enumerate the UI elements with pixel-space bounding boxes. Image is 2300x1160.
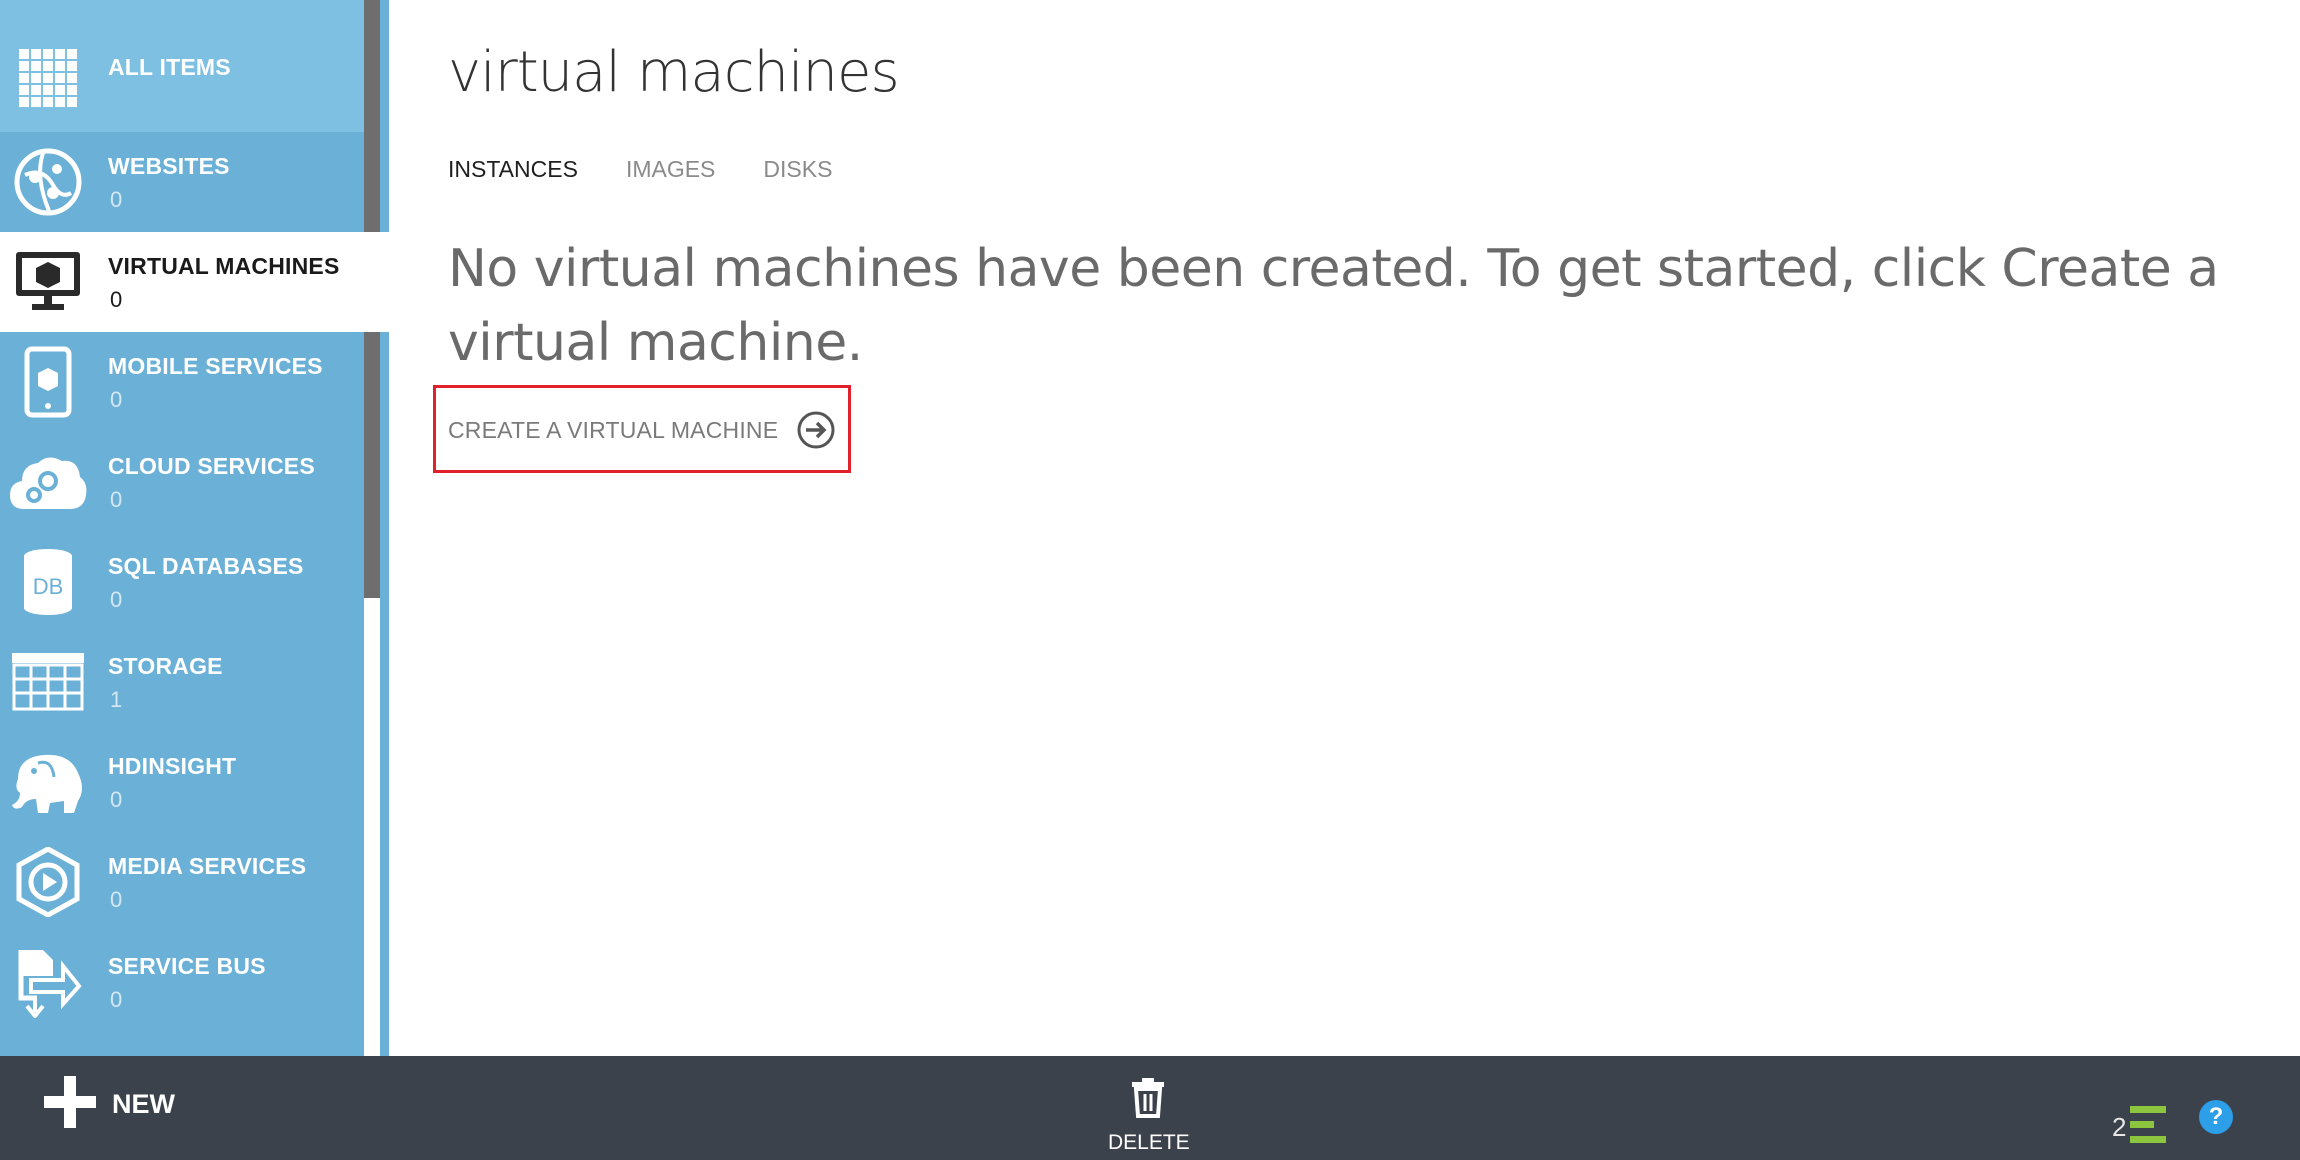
sidebar-item-count: 0 bbox=[110, 587, 123, 612]
sidebar-item-label: WEBSITES bbox=[108, 153, 230, 179]
sidebar-item-count: 0 bbox=[110, 287, 123, 312]
sidebar-item-media-services[interactable]: MEDIA SERVICES 0 bbox=[0, 832, 364, 932]
notifications-button[interactable]: 2 bbox=[2112, 1106, 2167, 1149]
sidebar-item-cloud-services[interactable]: CLOUD SERVICES 0 bbox=[0, 432, 364, 532]
sidebar-item-service-bus[interactable]: SERVICE BUS 0 bbox=[0, 932, 364, 1032]
trash-icon bbox=[1130, 1078, 1166, 1122]
sidebar-item-count: 0 bbox=[110, 187, 123, 212]
sidebar-item-count: 0 bbox=[110, 487, 123, 512]
sidebar-item-label: CLOUD SERVICES bbox=[108, 453, 315, 479]
globe-icon bbox=[8, 144, 88, 220]
tab-images[interactable]: IMAGES bbox=[626, 156, 715, 183]
sidebar-item-label: ALL ITEMS bbox=[108, 54, 231, 80]
empty-state-message: No virtual machines have been created. T… bbox=[448, 239, 2219, 373]
sidebar-item-virtual-machines[interactable]: VIRTUAL MACHINES 0 bbox=[0, 232, 364, 332]
sidebar-item-count: 0 bbox=[110, 787, 123, 812]
page-title: virtual machines bbox=[448, 40, 900, 105]
sidebar-edge-active bbox=[380, 232, 389, 332]
sidebar-item-label: HDINSIGHT bbox=[108, 753, 237, 779]
tab-disks[interactable]: DISKS bbox=[763, 156, 832, 183]
tab-instances[interactable]: INSTANCES bbox=[448, 156, 578, 183]
create-vm-label: CREATE A VIRTUAL MACHINE bbox=[448, 416, 779, 443]
sidebar-item-count: 0 bbox=[110, 387, 123, 412]
sidebar-item-all-items[interactable]: ALL ITEMS bbox=[0, 0, 364, 132]
grid-icon bbox=[8, 40, 88, 116]
mobile-icon bbox=[8, 344, 88, 420]
create-vm-link[interactable]: CREATE A VIRTUAL MACHINE bbox=[448, 410, 836, 450]
cloud-gear-icon bbox=[8, 444, 88, 520]
delete-button-label: DELETE bbox=[1108, 1131, 1190, 1154]
sidebar-item-label: MEDIA SERVICES bbox=[108, 853, 307, 879]
notifications-icon bbox=[2130, 1106, 2167, 1149]
monitor-icon bbox=[8, 244, 88, 320]
sidebar-item-count: 0 bbox=[110, 987, 123, 1012]
sidebar-item-mobile-services[interactable]: MOBILE SERVICES 0 bbox=[0, 332, 364, 432]
sidebar-item-label: STORAGE bbox=[108, 653, 223, 679]
service-bus-icon bbox=[8, 944, 88, 1020]
new-button[interactable]: NEW bbox=[44, 1076, 175, 1133]
database-icon: DB bbox=[8, 544, 88, 620]
sidebar-item-label: VIRTUAL MACHINES bbox=[108, 253, 340, 279]
elephant-icon bbox=[8, 744, 88, 820]
table-icon bbox=[8, 644, 88, 720]
sidebar: ALL ITEMS WEBSITES 0 VIRTUAL MACHINES 0 … bbox=[0, 0, 364, 1056]
sidebar-item-label: SQL DATABASES bbox=[108, 553, 304, 579]
help-icon[interactable]: ? bbox=[2199, 1100, 2233, 1134]
sidebar-item-storage[interactable]: STORAGE 1 bbox=[0, 632, 364, 732]
command-bar: NEW DELETE 2 ? bbox=[0, 1056, 2300, 1160]
delete-button[interactable]: DELETE bbox=[1108, 1078, 1190, 1155]
scrollbar-gap bbox=[364, 232, 380, 332]
sidebar-item-label: MOBILE SERVICES bbox=[108, 353, 323, 379]
sidebar-item-websites[interactable]: WEBSITES 0 bbox=[0, 132, 364, 232]
sidebar-item-count: 1 bbox=[110, 687, 123, 712]
sidebar-item-count: 0 bbox=[110, 887, 123, 912]
play-icon bbox=[8, 844, 88, 920]
notification-count: 2 bbox=[2112, 1112, 2127, 1142]
sidebar-item-sql-databases[interactable]: DB SQL DATABASES 0 bbox=[0, 532, 364, 632]
sidebar-item-label: SERVICE BUS bbox=[108, 953, 266, 979]
sidebar-item-hdinsight[interactable]: HDINSIGHT 0 bbox=[0, 732, 364, 832]
plus-icon bbox=[44, 1076, 96, 1133]
sidebar-edge bbox=[380, 0, 389, 1056]
tab-bar: INSTANCES IMAGES DISKS bbox=[448, 156, 832, 183]
arrow-right-circle-icon bbox=[796, 410, 836, 450]
svg-text:DB: DB bbox=[33, 574, 64, 599]
new-button-label: NEW bbox=[112, 1089, 175, 1119]
